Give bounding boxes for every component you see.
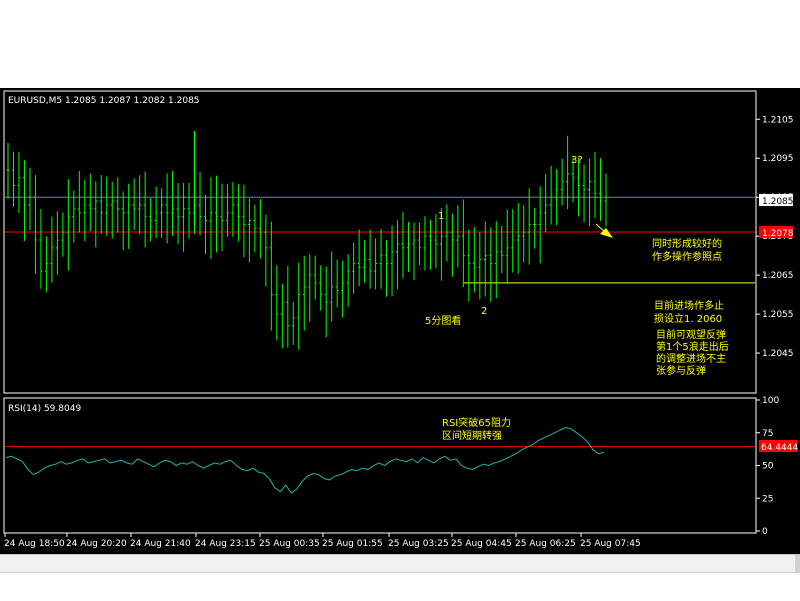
time-tick-label: 24 Aug 20:20 [66, 539, 127, 549]
price-tick-label: 1.2105 [762, 115, 794, 125]
note-1-line-2: 作多操作参照点 [652, 250, 722, 263]
wave-label-1: 1 [438, 211, 444, 222]
rsi-axis: 100 75 50 25 0 [756, 396, 779, 537]
note-1-line-1: 同时形成较好的 [652, 237, 722, 250]
wave-label-3: 3? [571, 155, 583, 166]
level-lines [5, 196, 755, 448]
rsi-tick-label: 100 [762, 396, 779, 406]
note-3-line-2: 第1个5浪走出后 [656, 340, 729, 353]
price-tick-label: 1.2045 [762, 349, 794, 359]
timeframe-note: 5分图看 [425, 314, 461, 327]
note-3-line-3: 的调整进场不主 [656, 352, 726, 365]
price-tick-label: 1.2055 [762, 310, 794, 320]
time-tick-label: 25 Aug 01:55 [322, 539, 383, 549]
note-3-line-4: 张参与反弹 [656, 364, 706, 377]
candles [6, 130, 608, 350]
current-price-label: 1.2085 [759, 194, 794, 207]
note-2-line-2: 损设立1. 2060 [654, 312, 722, 325]
wave-label-2: 2 [481, 306, 487, 317]
arrow-annotation [595, 223, 613, 238]
price-tick-label: 1.2095 [762, 154, 794, 164]
rsi-header: RSI(14) 59.8049 [8, 404, 81, 414]
price-tick-label: 1.2065 [762, 271, 794, 281]
rsi-tick-label: 75 [762, 429, 773, 439]
rsi-pane-frame [3, 397, 757, 534]
time-tick-label: 25 Aug 04:45 [451, 539, 512, 549]
time-tick-label: 25 Aug 03:25 [388, 539, 449, 549]
time-tick-label: 25 Aug 00:35 [259, 539, 320, 549]
rsi-level-label: 64.4444 [759, 440, 798, 453]
time-axis: 24 Aug 18:50 24 Aug 20:20 24 Aug 21:40 24 A… [4, 533, 641, 549]
rsi-tick-label: 25 [762, 494, 773, 504]
time-tick-label: 24 Aug 23:15 [195, 539, 256, 549]
rsi-note-line-1: RSI突破65阻力 [442, 416, 511, 429]
rsi-tick-label: 0 [762, 527, 768, 537]
symbol-header: EURUSD,M5 1.2085 1.2087 1.2082 1.2085 [8, 96, 200, 106]
time-tick-label: 25 Aug 07:45 [580, 539, 641, 549]
rsi-series [5, 426, 605, 494]
main-pane-frame [3, 90, 757, 394]
note-2-line-1: 目前进场作多止 [654, 299, 724, 312]
rsi-tick-label: 50 [762, 462, 774, 472]
chart-svg[interactable]: EURUSD,M5 1.2085 1.2087 1.2082 1.2085 RS… [0, 0, 800, 600]
time-tick-label: 24 Aug 18:50 [4, 539, 65, 549]
time-tick-label: 24 Aug 21:40 [130, 539, 191, 549]
time-tick-label: 25 Aug 06:25 [515, 539, 576, 549]
note-3-line-1: 目前可观望反弹 [656, 328, 726, 341]
rsi-line [5, 426, 605, 494]
rsi-note-line-2: 区间短期转强 [442, 429, 502, 442]
svg-text:64.4444: 64.4444 [761, 443, 798, 453]
red-level-label: 1.2078 [759, 226, 794, 239]
svg-text:1.2085: 1.2085 [762, 197, 794, 207]
svg-text:1.2078: 1.2078 [762, 229, 794, 239]
